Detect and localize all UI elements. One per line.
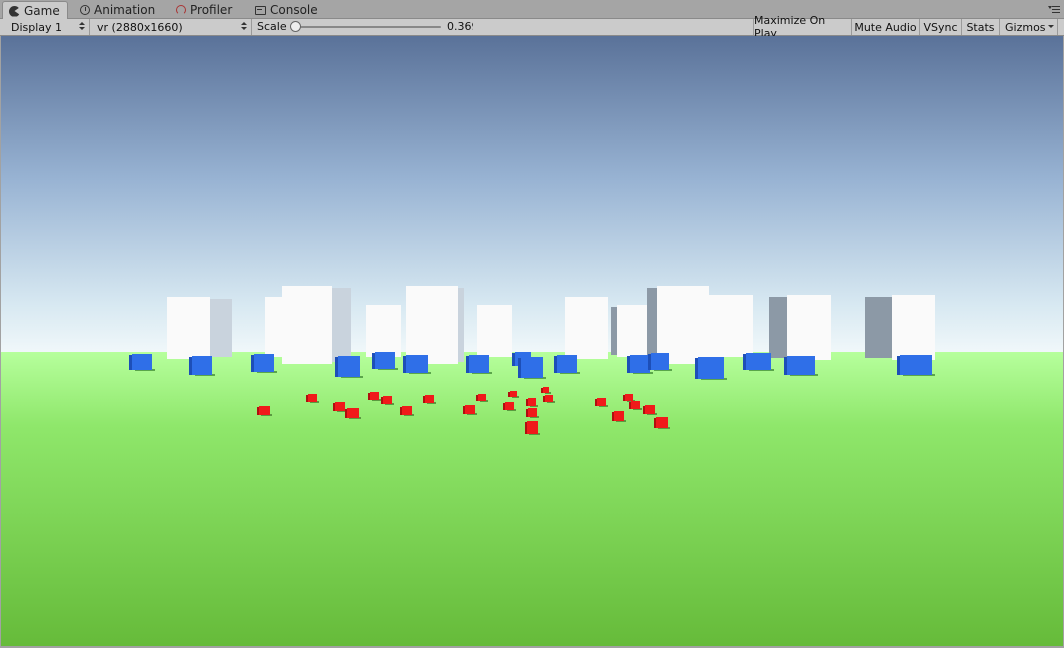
ground bbox=[1, 352, 1063, 646]
red-cube bbox=[528, 398, 536, 406]
red-cube bbox=[478, 394, 486, 401]
vsync-button[interactable]: VSync bbox=[920, 19, 962, 35]
red-cube bbox=[631, 401, 640, 409]
tab-console[interactable]: Console bbox=[249, 1, 324, 19]
blue-cube bbox=[375, 352, 395, 369]
display-dropdown[interactable]: Display 1 bbox=[6, 19, 90, 35]
blue-cube bbox=[521, 357, 543, 378]
scale-label: Scale bbox=[257, 20, 287, 33]
profiler-gauge-icon bbox=[176, 5, 186, 15]
blue-cube bbox=[557, 355, 577, 373]
mute-audio-button[interactable]: Mute Audio bbox=[852, 19, 920, 35]
blue-cube bbox=[338, 356, 360, 377]
white-block bbox=[282, 286, 332, 364]
white-block bbox=[657, 286, 709, 364]
gizmos-arrow-icon bbox=[1048, 25, 1054, 28]
white-block-side bbox=[611, 307, 617, 355]
red-cube bbox=[347, 408, 359, 418]
red-cube bbox=[465, 405, 475, 414]
red-cube bbox=[402, 406, 412, 415]
tab-label: Console bbox=[270, 3, 318, 17]
blue-cube bbox=[900, 355, 932, 375]
mute-label: Mute Audio bbox=[854, 20, 917, 34]
red-cube bbox=[625, 394, 633, 401]
red-cube bbox=[370, 392, 379, 400]
white-block-side bbox=[865, 297, 892, 358]
red-cube bbox=[545, 395, 553, 402]
tab-label: Profiler bbox=[190, 3, 233, 17]
game-icon bbox=[9, 5, 20, 17]
red-cube bbox=[510, 391, 517, 397]
blue-cube bbox=[132, 354, 152, 370]
white-block bbox=[366, 305, 401, 357]
resolution-dropdown[interactable]: vr (2880x1660) bbox=[92, 19, 252, 35]
tab-profiler[interactable]: Profiler bbox=[170, 1, 238, 19]
red-cube bbox=[308, 394, 317, 402]
red-cube bbox=[425, 395, 434, 403]
blue-cube bbox=[746, 353, 771, 370]
white-block-side bbox=[647, 288, 657, 362]
vsync-label: VSync bbox=[923, 20, 958, 34]
red-cube bbox=[383, 396, 392, 404]
white-block-side bbox=[332, 288, 351, 362]
animation-clock-icon bbox=[80, 5, 90, 15]
white-block-side bbox=[769, 297, 787, 358]
scale-slider-track[interactable] bbox=[295, 26, 441, 28]
red-cube bbox=[335, 402, 345, 411]
tab-game[interactable]: Game bbox=[2, 1, 68, 20]
dropdown-arrow-icon bbox=[241, 22, 247, 32]
white-block bbox=[265, 297, 283, 357]
blue-cube bbox=[630, 355, 650, 373]
white-block bbox=[406, 286, 458, 364]
red-cube bbox=[527, 421, 538, 434]
white-block bbox=[167, 297, 210, 359]
white-block bbox=[617, 305, 647, 357]
white-block bbox=[565, 297, 608, 359]
stats-label: Stats bbox=[966, 20, 995, 34]
scale-value: 0.369 bbox=[447, 20, 473, 33]
blue-cube bbox=[254, 354, 274, 372]
white-block-side bbox=[210, 299, 232, 357]
white-block bbox=[477, 305, 512, 357]
blue-cube bbox=[469, 355, 489, 373]
white-block bbox=[892, 295, 935, 360]
tab-label: Game bbox=[24, 4, 60, 18]
red-cube bbox=[528, 408, 537, 417]
tab-animation[interactable]: Animation bbox=[74, 1, 161, 19]
game-viewport[interactable] bbox=[1, 36, 1063, 646]
blue-cube bbox=[787, 356, 815, 375]
scene-render bbox=[1, 36, 1063, 646]
gizmos-dropdown[interactable]: Gizmos bbox=[1000, 19, 1058, 35]
red-cube bbox=[597, 398, 606, 406]
dropdown-arrow-icon bbox=[79, 22, 85, 32]
white-block-side bbox=[458, 288, 464, 362]
white-block bbox=[787, 295, 831, 360]
console-icon bbox=[255, 5, 266, 15]
display-value: Display 1 bbox=[11, 20, 63, 34]
red-cube bbox=[259, 406, 270, 415]
tab-bar: Game Animation Profiler Console bbox=[0, 0, 1064, 20]
red-cube bbox=[656, 417, 668, 428]
game-toolbar: Display 1 vr (2880x1660) Scale 0.369 Max… bbox=[0, 14, 1064, 40]
red-cube bbox=[543, 387, 549, 393]
red-cube bbox=[645, 405, 655, 414]
resolution-value: vr (2880x1660) bbox=[97, 20, 183, 34]
blue-cube bbox=[192, 356, 212, 375]
stats-button[interactable]: Stats bbox=[962, 19, 1000, 35]
red-cube bbox=[505, 402, 514, 410]
scale-slider-thumb[interactable] bbox=[290, 21, 301, 32]
blue-cube bbox=[651, 353, 669, 370]
tab-label: Animation bbox=[94, 3, 156, 17]
tab-menu-icon[interactable] bbox=[1048, 4, 1060, 14]
blue-cube bbox=[406, 355, 428, 373]
white-block bbox=[709, 295, 753, 357]
gizmos-label: Gizmos bbox=[1005, 20, 1046, 34]
blue-cube bbox=[698, 357, 724, 379]
maximize-on-play-button[interactable]: Maximize On Play bbox=[753, 14, 852, 40]
red-cube bbox=[614, 411, 624, 421]
